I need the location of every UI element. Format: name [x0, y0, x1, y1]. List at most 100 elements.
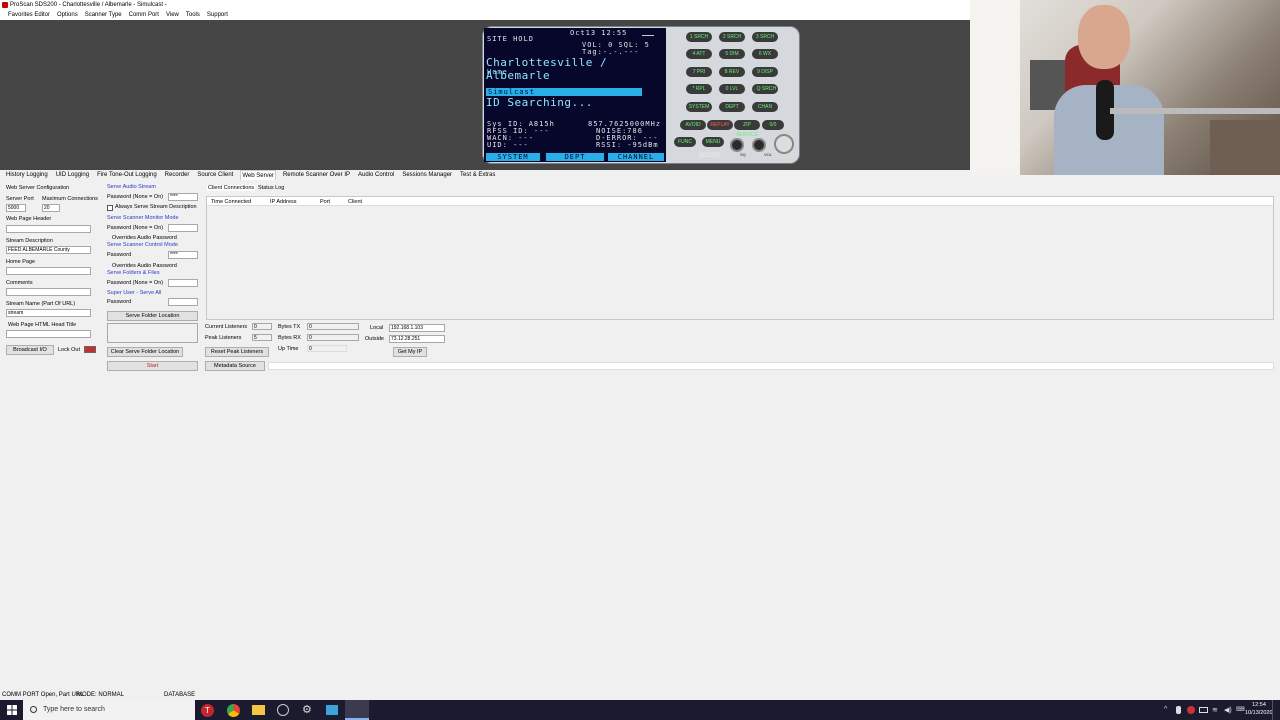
tab-fire-tone-out-logging[interactable]: Fire Tone-Out Logging [96, 170, 158, 180]
settings-gear-icon[interactable]: ⚙ [302, 704, 314, 716]
key-avoid[interactable]: AVOID [680, 120, 706, 130]
key-6-wx[interactable]: 6 WX [752, 49, 778, 59]
key-func[interactable]: FUNC [674, 137, 696, 147]
key-system[interactable]: SYSTEM [686, 102, 712, 112]
lock-out-toggle[interactable] [84, 346, 96, 353]
tray-keyboard-icon[interactable]: ⌨ [1236, 706, 1245, 713]
tray-volume-icon[interactable]: ◀) [1224, 706, 1232, 714]
col-time-connected[interactable]: Time Connected [211, 199, 251, 205]
config-section-title: Web Server Configuration [6, 185, 70, 191]
max-connections-input[interactable]: 20 [42, 204, 60, 212]
menu-options[interactable]: Options [57, 10, 78, 20]
tab-client-connections[interactable]: Client Connections [207, 185, 256, 191]
tray-app-icon[interactable] [1187, 706, 1195, 714]
key-0-lvl[interactable]: 0 LVL [719, 84, 745, 94]
key-menu[interactable]: MENU [702, 137, 724, 147]
file-explorer-icon[interactable] [252, 705, 265, 715]
taskbar-app-circle-icon[interactable] [277, 704, 289, 716]
super-user-label: Super User - Serve All [107, 290, 162, 296]
tray-wifi-icon[interactable]: ≋ [1212, 706, 1218, 714]
server-port-input[interactable]: 5000 [6, 204, 26, 212]
web-header-input[interactable] [6, 225, 91, 233]
super-password-input[interactable] [168, 298, 198, 306]
key-1-srch[interactable]: 1 SRCH [686, 32, 712, 42]
lcd-mode: SITE HOLD [487, 35, 534, 43]
folders-password-input[interactable] [168, 279, 198, 287]
stream-name-input[interactable]: stream [6, 309, 91, 317]
windows-start-icon[interactable] [7, 705, 17, 715]
proscan-taskbar-button[interactable] [345, 700, 369, 720]
tab-audio-control[interactable]: Audio Control [357, 170, 395, 180]
tab-uid-logging[interactable]: UID Logging [55, 170, 90, 180]
comments-label: Comments [6, 280, 33, 286]
clock-time[interactable]: 12:54 [1249, 702, 1269, 708]
tab-test-extras[interactable]: Test & Extras [459, 170, 496, 180]
tab-remote-scanner[interactable]: Remote Scanner Over IP [282, 170, 351, 180]
start-button[interactable]: Start [107, 361, 198, 371]
menu-support[interactable]: Support [207, 10, 228, 20]
taskbar-app-t-icon[interactable]: T [201, 704, 214, 717]
menu-scanner-type[interactable]: Scanner Type [85, 10, 122, 20]
col-ip-address[interactable]: IP Address [270, 199, 297, 205]
tray-mic-icon[interactable] [1176, 706, 1181, 714]
audio-password-input[interactable]: **** [168, 193, 198, 201]
clear-serve-folder-button[interactable]: Clear Serve Folder Location [107, 347, 183, 357]
get-my-ip-button[interactable]: Get My IP [393, 347, 427, 357]
serve-monitor-mode-label: Serve Scanner Monitor Mode [107, 215, 179, 221]
reset-peak-listeners-button[interactable]: Reset Peak Listeners [205, 347, 269, 357]
key-power[interactable]: 0/0 [762, 120, 784, 130]
tray-network-icon[interactable] [1199, 707, 1208, 713]
stream-desc-input[interactable]: FEED ALBEMARLE County [6, 246, 91, 254]
key-3-srch[interactable]: 3 SRCH [752, 32, 778, 42]
col-port[interactable]: Port [320, 199, 330, 205]
html-title-label: Web Page HTML Head Title [8, 322, 77, 328]
peak-listeners-label: Peak Listeners [205, 335, 242, 341]
menu-comm-port[interactable]: Comm Port [129, 10, 159, 20]
broadcast-io-button[interactable]: Broadcast I/O [6, 345, 54, 355]
scroll-knob[interactable] [774, 134, 794, 154]
control-password-input[interactable]: **** [168, 251, 198, 259]
webcam-mic-arm [1110, 108, 1280, 114]
key-4-att[interactable]: 4 ATT [686, 49, 712, 59]
key-dept[interactable]: DEPT [719, 102, 745, 112]
key-8-rev[interactable]: 8 REV [719, 67, 745, 77]
show-desktop-button[interactable] [1272, 700, 1280, 720]
pw-monitor-label: Password (None = On) [107, 225, 164, 231]
menu-tools[interactable]: Tools [186, 10, 200, 20]
col-client[interactable]: Client [348, 199, 362, 205]
metadata-source-button[interactable]: Metadata Source [205, 361, 265, 371]
html-title-input[interactable] [6, 330, 91, 338]
tab-web-server[interactable]: Web Server [240, 170, 276, 180]
key-7-pri[interactable]: 7 PRI [686, 67, 712, 77]
tab-history-logging[interactable]: History Logging [5, 170, 49, 180]
key-9-disp[interactable]: 9 DISP [752, 67, 778, 77]
clock-date[interactable]: 10/13/2020 [1245, 710, 1273, 716]
tray-arrow-icon[interactable]: ^ [1164, 706, 1167, 713]
comments-input[interactable] [6, 288, 91, 296]
tab-sessions-manager[interactable]: Sessions Manager [401, 170, 453, 180]
bytes-rx-value: 0 [307, 334, 359, 341]
stream-desc-label: Stream Description [6, 238, 53, 244]
tab-status-log[interactable]: Status Log [258, 185, 284, 191]
taskbar-app-window-icon[interactable] [326, 705, 338, 715]
key-2-srch[interactable]: 2 SRCH [719, 32, 745, 42]
lcd-datetime: Oct13 12:55 [570, 29, 628, 37]
key-star-rpl[interactable]: * RPL [686, 84, 712, 94]
key-replay[interactable]: REPLAY [707, 120, 733, 130]
key-5-dim[interactable]: 5 DIM [719, 49, 745, 59]
tab-source-client[interactable]: Source Client [196, 170, 234, 180]
taskbar-search-box[interactable]: Type here to search [23, 700, 195, 720]
monitor-password-input[interactable] [168, 224, 198, 232]
tab-recorder[interactable]: Recorder [164, 170, 191, 180]
key-zip-service[interactable]: ZIP SERVICE [734, 120, 760, 138]
chrome-icon[interactable] [227, 704, 240, 717]
key-chan[interactable]: CHAN [752, 102, 778, 112]
menu-view[interactable]: View [166, 10, 179, 20]
menu-favorites-editor[interactable]: Favorites Editor [8, 10, 50, 20]
home-page-input[interactable] [6, 267, 91, 275]
key-dot-qsrch[interactable]: . Q SRCH [752, 84, 778, 94]
serve-folder-location-button[interactable]: Serve Folder Location [107, 311, 198, 321]
vol-knob[interactable] [752, 138, 766, 152]
sq-knob[interactable] [730, 138, 744, 152]
always-serve-desc-checkbox[interactable] [107, 205, 113, 211]
